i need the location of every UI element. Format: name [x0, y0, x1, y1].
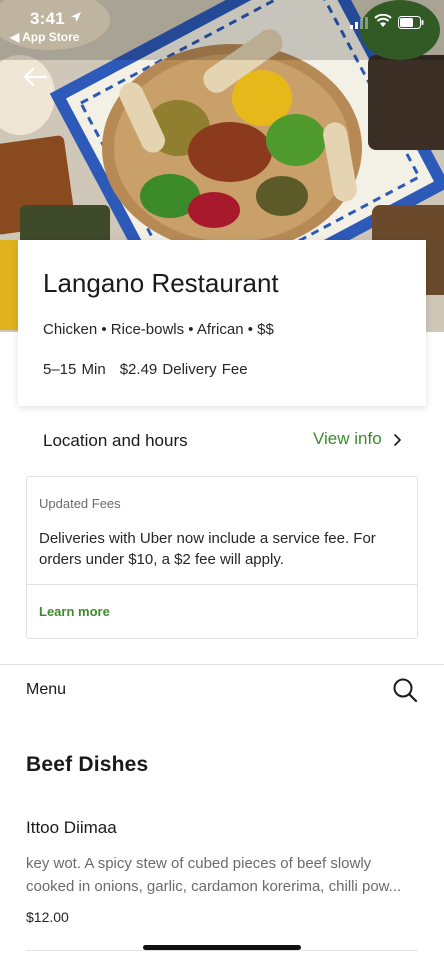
menu-item-name: Ittoo Diimaa	[26, 818, 117, 837]
location-hours-label: Location and hours	[43, 431, 188, 450]
fees-text: Deliveries with Uber now include a servi…	[39, 530, 376, 568]
back-to-app-store[interactable]: ◀ App Store	[10, 30, 79, 44]
menu-item-description: key wot. A spicy stew of cubed pieces of…	[26, 855, 402, 895]
learn-more-link[interactable]: Learn more	[39, 604, 110, 619]
divider	[0, 664, 444, 665]
delivery-eta: 5–15 Min	[43, 361, 106, 378]
menu-label: Menu	[26, 681, 67, 698]
battery-icon	[398, 16, 424, 29]
updated-fees-card: Updated Fees Deliveries with Uber now in…	[26, 476, 418, 639]
delivery-details: 5–15 Min $2.49 Delivery Fee	[43, 361, 248, 378]
wifi-icon	[374, 14, 392, 27]
divider	[26, 950, 418, 951]
delivery-fee: $2.49 Delivery Fee	[119, 361, 248, 378]
arrow-left-icon[interactable]	[20, 62, 50, 92]
cellular-signal-icon	[350, 17, 368, 29]
status-bar: 3:41 ◀ App Store	[0, 0, 444, 46]
restaurant-name: Langano Restaurant	[43, 268, 279, 298]
chevron-right-icon[interactable]	[392, 433, 402, 447]
divider	[27, 584, 417, 585]
menu-item-price: $12.00	[26, 909, 69, 925]
restaurant-info-card: Langano Restaurant Chicken • Rice-bowls …	[18, 240, 426, 406]
cuisine-tags: Chicken • Rice-bowls • African • $$	[43, 321, 274, 338]
home-indicator[interactable]	[143, 945, 301, 950]
location-hours-row[interactable]: Location and hours View info	[0, 420, 444, 460]
search-icon[interactable]	[392, 677, 418, 703]
menu-section-heading: Beef Dishes	[26, 753, 149, 776]
menu-item[interactable]: Ittoo Diimaa key wot. A spicy stew of cu…	[0, 810, 444, 951]
view-info-link[interactable]: View info	[313, 429, 382, 449]
fees-title: Updated Fees	[39, 496, 121, 511]
location-arrow-icon	[71, 12, 81, 22]
status-time: 3:41	[30, 9, 65, 28]
